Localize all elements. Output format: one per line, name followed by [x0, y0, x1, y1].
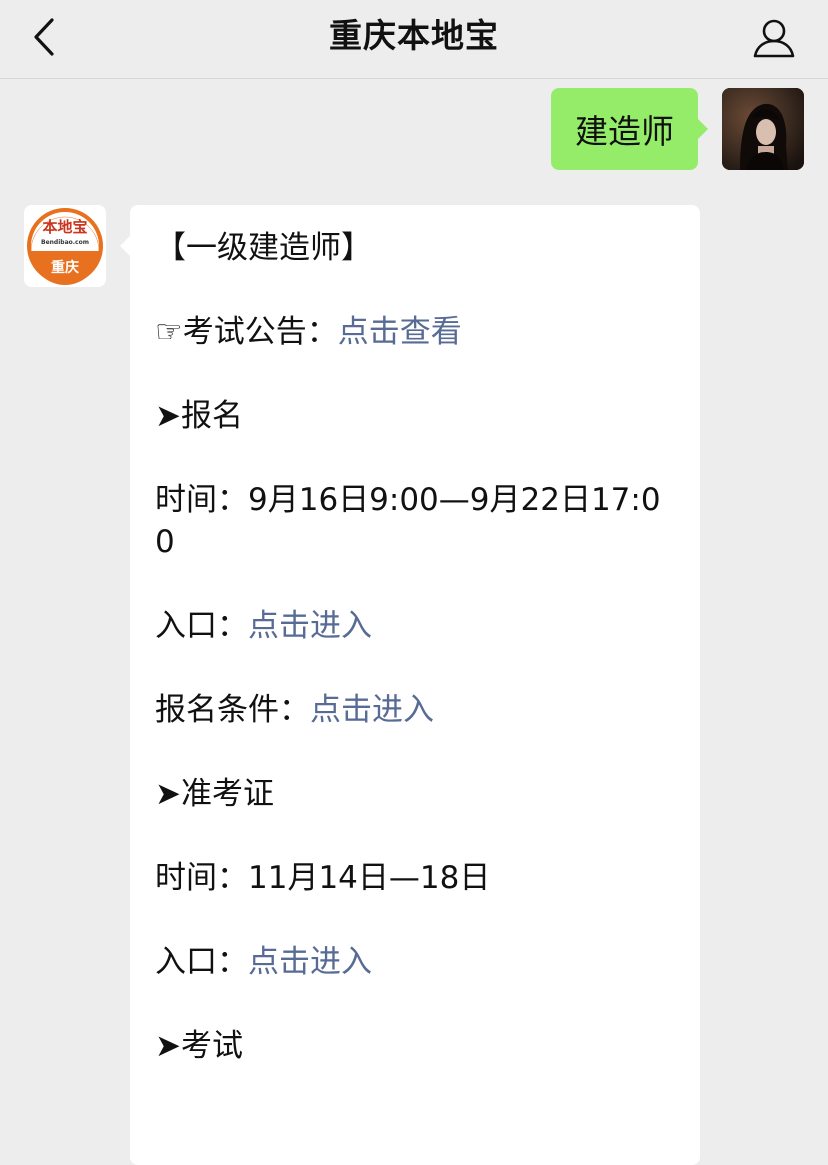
registration-time-label: 时间： — [155, 482, 248, 518]
registration-conditions-label: 报名条件： — [155, 692, 310, 728]
admission-entry-link[interactable]: 点击进入 — [248, 944, 372, 980]
section-admission-ticket: ➤准考证 — [155, 776, 274, 812]
bot-avatar[interactable]: 本地宝 Bendibao.com 重庆 — [24, 205, 106, 287]
registration-time: 时间：9月16日9:00—9月22日17:00 — [155, 479, 680, 563]
page-title: 重庆本地宝 — [329, 16, 499, 55]
incoming-message-bubble: 【一级建造师】 ☞考试公告：点击查看 ➤报名 时间：9月16日9:00—9月22… — [120, 205, 700, 1165]
notice-label: ☞考试公告： — [155, 314, 338, 350]
section-exam: ➤考试 — [155, 1028, 243, 1064]
outgoing-message-text: 建造师 — [575, 112, 674, 151]
registration-conditions-link[interactable]: 点击进入 — [310, 692, 434, 728]
outgoing-message-bubble[interactable]: 建造师 — [551, 88, 708, 170]
reply-heading: 【一级建造师】 — [155, 230, 372, 266]
admission-entry: 入口：点击进入 — [155, 941, 680, 983]
registration-entry-link[interactable]: 点击进入 — [248, 608, 372, 644]
registration-entry-label: 入口： — [155, 608, 248, 644]
admission-entry-label: 入口： — [155, 944, 248, 980]
svg-text:Bendibao.com: Bendibao.com — [41, 239, 89, 246]
user-avatar[interactable] — [722, 88, 804, 170]
section-registration: ➤报名 — [155, 398, 243, 434]
registration-entry: 入口：点击进入 — [155, 605, 680, 647]
notice-link[interactable]: 点击查看 — [338, 314, 462, 350]
admission-time: 时间：11月14日—18日 — [155, 857, 680, 899]
notice-line: ☞考试公告：点击查看 — [155, 311, 680, 353]
admission-time-value: 11月14日—18日 — [248, 860, 491, 896]
registration-conditions: 报名条件：点击进入 — [155, 689, 680, 731]
nav-bar: 重庆本地宝 — [0, 0, 828, 79]
profile-button[interactable] — [750, 14, 798, 62]
svg-text:本地宝: 本地宝 — [42, 218, 87, 236]
person-outline-icon — [753, 19, 795, 58]
svg-text:重庆: 重庆 — [51, 259, 79, 276]
admission-time-label: 时间： — [155, 860, 248, 896]
